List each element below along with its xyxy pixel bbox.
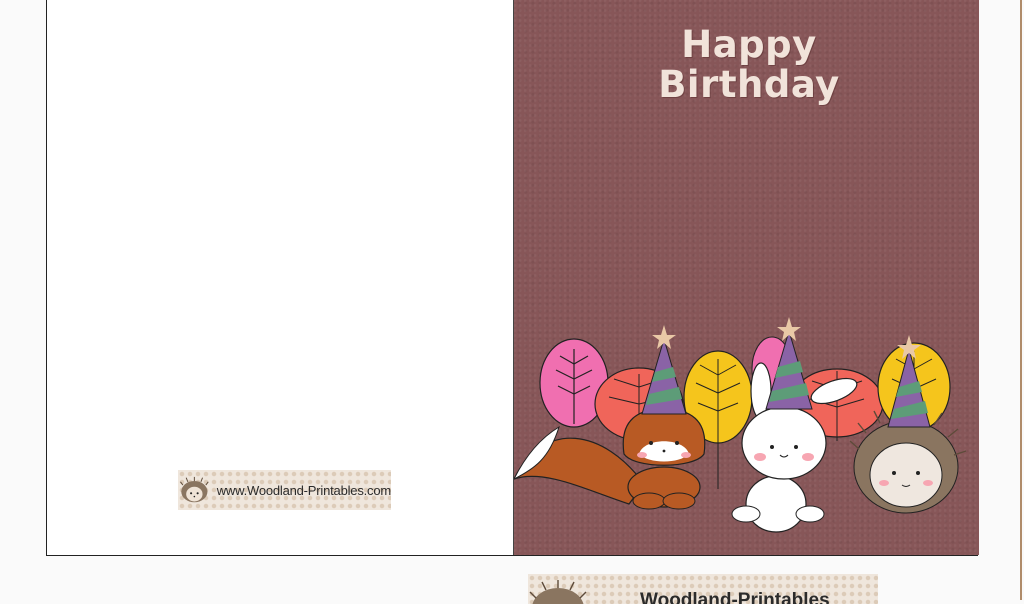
hedgehog-icon (529, 580, 587, 604)
watermark-badge: www.Woodland-Printables.com (178, 470, 391, 510)
greeting-line-2: Birthday (658, 63, 840, 106)
printable-card-sheet: www.Woodland-Printables.com Happy Birthd… (46, 0, 979, 556)
watermark-site-name: Woodland-Printables (640, 590, 830, 604)
greeting-line-1: Happy (681, 23, 817, 66)
woodland-party-illustration (514, 317, 967, 533)
card-inside-panel: www.Woodland-Printables.com (47, 0, 513, 555)
page-edge (1020, 0, 1022, 600)
card-cover-panel: Happy Birthday (513, 0, 979, 555)
hedgehog-icon (180, 476, 209, 503)
greeting-title: Happy Birthday (634, 25, 864, 105)
watermark-url: www.Woodland-Printables.com (216, 482, 391, 498)
